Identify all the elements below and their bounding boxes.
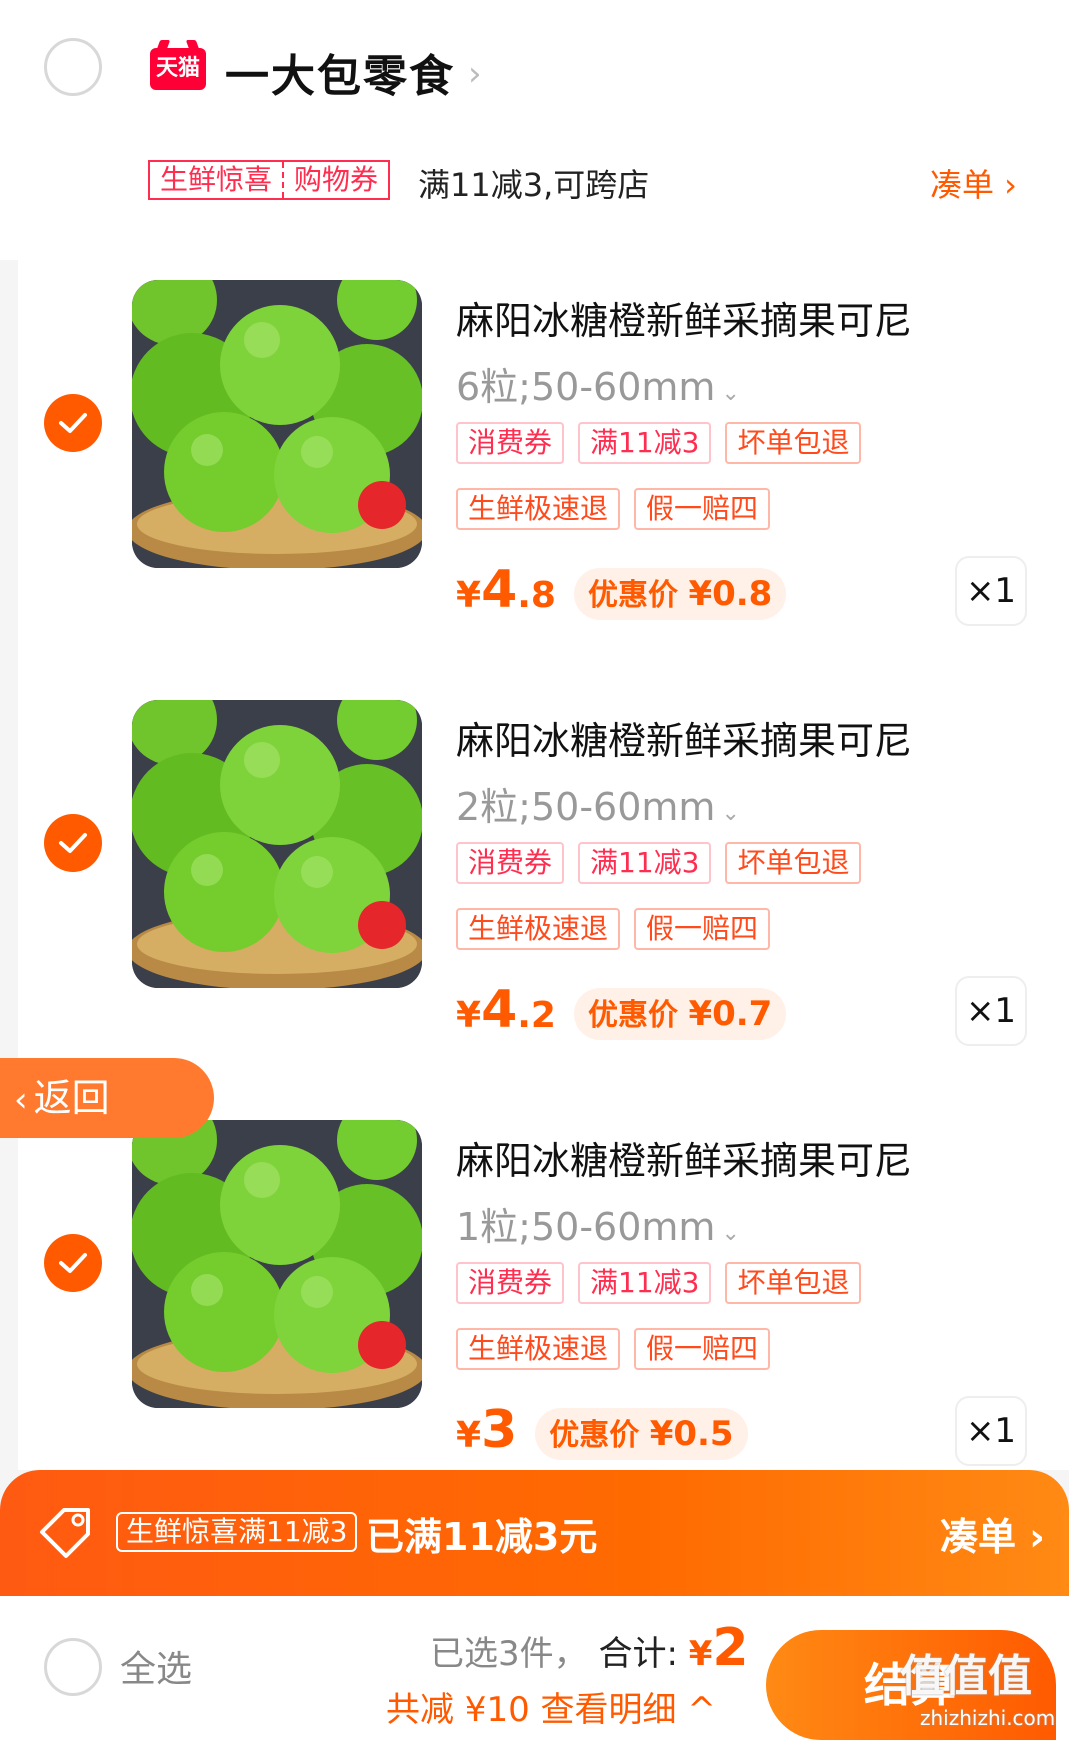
sku-text: 6粒;50-60mm [456,365,716,409]
total-value: 2 [712,1618,749,1678]
coupon-icon [34,1504,96,1566]
promo-text: 满11减3,可跨店 [418,166,650,204]
tag: 假一赔四 [634,908,771,950]
sku-selector[interactable]: 6粒;50-60mm ⌄ [456,356,740,411]
tag: 生鲜极速退 [456,1328,621,1370]
price-integer: 3 [481,1400,518,1460]
watermark-url: zhizhizhi.com [920,1706,1056,1730]
tag: 坏单包退 [725,842,862,884]
product-title[interactable]: 麻阳冰糖橙新鲜采摘果可尼 [456,710,912,765]
discount-price: 优惠价 ¥0.8 [573,568,787,620]
tag: 生鲜极速退 [456,488,621,530]
sku-text: 1粒;50-60mm [456,1205,716,1249]
price-row: ¥3 优惠价 ¥0.5 [456,1400,748,1460]
promo-badge: 生鲜惊喜 购物券 [148,160,391,200]
total-amount: ¥2 [688,1618,749,1678]
total-label: 合计: [598,1634,678,1674]
product-title[interactable]: 麻阳冰糖橙新鲜采摘果可尼 [456,290,912,345]
price-integer: 4 [481,980,518,1040]
currency-symbol: ¥ [456,995,482,1036]
back-button[interactable]: ‹ 返回 [0,1058,214,1138]
discount-detail-link[interactable]: 共减 ¥10 查看明细 ^ [386,1682,716,1731]
price-integer: 4 [481,560,518,620]
tag: 满11减3 [578,422,712,464]
product-list: 麻阳冰糖橙新鲜采摘果可尼 6粒;50-60mm ⌄ 消费券 满11减3 坏单包退 … [18,260,1069,1470]
tag-row: 生鲜极速退 假一赔四 [456,908,1056,950]
tag: 假一赔四 [634,488,771,530]
price: ¥4.2 [456,980,556,1040]
discount-label: 优惠价 [549,1418,640,1453]
currency-symbol: ¥ [456,1415,482,1456]
tag-row: 生鲜极速退 假一赔四 [456,488,1056,530]
chevron-left-icon: ‹ [14,1080,28,1120]
quantity-button[interactable]: ×1 [955,556,1027,626]
sku-selector[interactable]: 1粒;50-60mm ⌄ [456,1196,740,1251]
promotion-bar[interactable]: 生鲜惊喜满11减3 已满11减3元 凑单 › [0,1470,1069,1596]
summary-line: 已选3件， 合计: ¥2 [430,1618,749,1678]
chevron-down-icon: ⌄ [721,381,740,406]
add-items-link[interactable]: 凑单 › [930,160,1017,206]
tmall-logo: 天猫 [150,48,206,90]
tag: 坏单包退 [725,1262,862,1304]
cart-page: 天猫 一大包零食 › 生鲜惊喜 购物券 满11减3,可跨店 凑单 › 麻阳冰糖橙… [0,0,1069,1743]
tag: 消费券 [456,1262,565,1304]
price-row: ¥4.2 优惠价 ¥0.7 [456,980,787,1040]
select-all-radio[interactable] [44,1638,102,1696]
discount-price: 优惠价 ¥0.7 [573,988,787,1040]
discount-price: 优惠价 ¥0.5 [535,1408,748,1460]
product-image[interactable] [132,1120,422,1408]
price-row: ¥4.8 优惠价 ¥0.8 [456,560,787,620]
product-title[interactable]: 麻阳冰糖橙新鲜采摘果可尼 [456,1130,912,1185]
discount-value: ¥0.8 [688,574,773,614]
tag: 假一赔四 [634,1328,771,1370]
cart-item: 麻阳冰糖橙新鲜采摘果可尼 6粒;50-60mm ⌄ 消费券 满11减3 坏单包退 … [18,270,1069,690]
promo-bar-add-items-link[interactable]: 凑单 › [940,1506,1045,1561]
price-decimal: .2 [517,995,556,1036]
discount-value: ¥0.7 [688,994,773,1034]
sku-selector[interactable]: 2粒;50-60mm ⌄ [456,776,740,831]
chevron-down-icon: ⌄ [721,1221,740,1246]
promo-badge-left: 生鲜惊喜 [160,163,273,196]
item-checkbox-checked[interactable] [44,814,102,872]
tag-row: 消费券 满11减3 坏单包退 [456,1262,1056,1304]
select-all-label[interactable]: 全选 [120,1640,192,1692]
currency-symbol: ¥ [456,575,482,616]
shop-name[interactable]: 一大包零食 [225,40,455,104]
selected-count: 已选3件， [430,1634,588,1674]
price-decimal: .8 [517,575,556,616]
price: ¥3 [456,1400,517,1460]
product-image[interactable] [132,280,422,568]
tag: 坏单包退 [725,422,862,464]
chevron-down-icon: ⌄ [721,801,740,826]
shop-header: 天猫 一大包零食 › 生鲜惊喜 购物券 满11减3,可跨店 凑单 › [0,0,1069,260]
tag-row: 消费券 满11减3 坏单包退 [456,842,1056,884]
chevron-right-icon[interactable]: › [468,54,482,94]
discount-label: 优惠价 [587,578,678,613]
price: ¥4.8 [456,560,556,620]
promo-bar-text: 已满11减3元 [366,1515,598,1559]
tag-row: 生鲜极速退 假一赔四 [456,1328,1056,1370]
quantity-button[interactable]: ×1 [955,1396,1027,1466]
discount-label: 优惠价 [587,998,678,1033]
shop-select-radio[interactable] [44,38,102,96]
cart-item: 麻阳冰糖橙新鲜采摘果可尼 1粒;50-60mm ⌄ 消费券 满11减3 坏单包退 … [18,1110,1069,1530]
tag: 消费券 [456,842,565,884]
watermark-logo: 值值值 [900,1651,1032,1702]
product-image[interactable] [132,700,422,988]
tag-row: 消费券 满11减3 坏单包退 [456,422,1056,464]
cart-item: 麻阳冰糖橙新鲜采摘果可尼 2粒;50-60mm ⌄ 消费券 满11减3 坏单包退 … [18,690,1069,1110]
tag: 满11减3 [578,842,712,884]
tag: 生鲜极速退 [456,908,621,950]
item-checkbox-checked[interactable] [44,394,102,452]
quantity-button[interactable]: ×1 [955,976,1027,1046]
tag: 满11减3 [578,1262,712,1304]
sku-text: 2粒;50-60mm [456,785,716,829]
tag: 消费券 [456,422,565,464]
promo-badge-right: 购物券 [294,163,379,196]
back-label: 返回 [33,1076,110,1120]
currency-symbol: ¥ [688,1634,713,1674]
discount-value: ¥0.5 [649,1414,734,1454]
item-checkbox-checked[interactable] [44,1234,102,1292]
promo-bar-badge: 生鲜惊喜满11减3 [116,1512,358,1552]
